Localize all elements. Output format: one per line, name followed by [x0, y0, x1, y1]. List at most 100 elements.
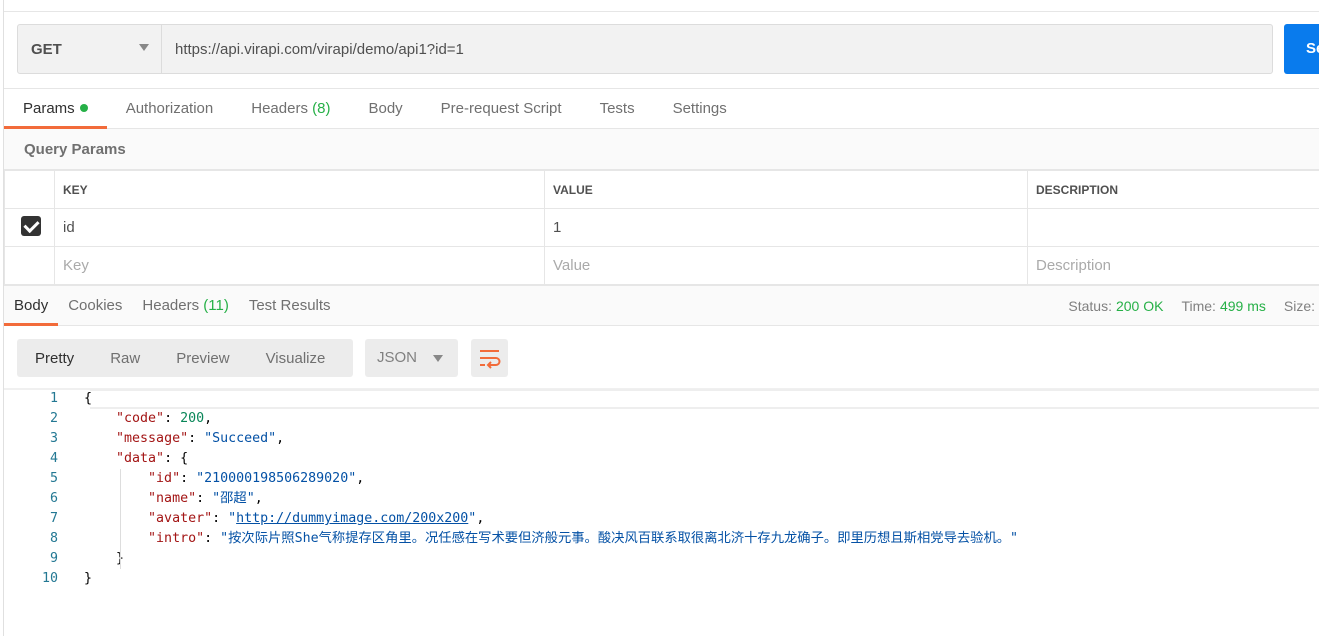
status-label: Status:	[1068, 298, 1112, 314]
description-input[interactable]: Description	[1027, 246, 1319, 285]
tab-label: Tests	[599, 100, 635, 117]
key-input[interactable]: Key	[54, 246, 545, 285]
response-tab-cookies[interactable]: Cookies	[58, 285, 132, 326]
line-number: 7	[49, 511, 58, 526]
code-token: ,	[276, 431, 285, 446]
code-token: {	[84, 391, 93, 406]
line-number: 8	[49, 531, 58, 546]
code-text: "code": 200,	[58, 409, 212, 429]
active-dot-icon	[79, 104, 88, 112]
code-token: }	[84, 571, 93, 586]
response-tabs: Body Cookies Headers (11) Test Results Stat…	[4, 285, 1319, 326]
wrap-lines-button[interactable]	[471, 339, 508, 377]
code-token: "210000198506289020"	[196, 471, 357, 486]
value-input[interactable]: Value	[544, 246, 1028, 285]
send-button[interactable]: Send	[1284, 24, 1319, 74]
tab-authorization[interactable]: Authorization	[107, 88, 233, 129]
view-pretty[interactable]: Pretty	[17, 350, 92, 367]
indent-guide	[120, 469, 121, 569]
tab-label: Cookies	[68, 297, 123, 314]
method-select[interactable]: GET	[18, 25, 162, 73]
view-visualize[interactable]: Visualize	[248, 350, 344, 367]
tab-label: Settings	[672, 100, 727, 117]
code-text: }	[58, 569, 92, 589]
code-token: :	[212, 511, 229, 526]
code-token: "code"	[116, 411, 165, 426]
tab-label: Pre-request Script	[440, 100, 562, 117]
code-token: "id"	[148, 471, 181, 486]
param-description[interactable]	[1027, 208, 1319, 247]
tab-label: Body	[368, 100, 403, 117]
time-label: Time:	[1181, 298, 1216, 314]
response-body[interactable]: 1{2 "code": 200, 3 "message": "Succeed", 4…	[4, 389, 1018, 589]
code-line: 4 "data": {	[4, 449, 1018, 469]
view-mode-toggle: Pretty Raw Preview Visualize	[17, 339, 353, 377]
tab-pre-request-script[interactable]: Pre-request Script	[422, 88, 581, 129]
tab-headers[interactable]: Headers (8)	[232, 88, 349, 129]
table-header: KEY VALUE DESCRIPTION	[4, 170, 1319, 209]
response-tab-headers[interactable]: Headers (11)	[132, 285, 238, 326]
code-token: ,	[356, 471, 365, 486]
line-number: 10	[41, 571, 58, 586]
tab-label: Headers	[142, 297, 200, 314]
request-tabs: Params Authorization Headers (8) Body Pre-re…	[4, 88, 1319, 129]
code-text: }	[58, 549, 124, 569]
tab-tests[interactable]: Tests	[581, 88, 654, 129]
view-raw[interactable]: Raw	[92, 350, 158, 367]
params-table: KEY VALUE DESCRIPTION id 1 Key Value Des…	[4, 170, 1319, 285]
format-select[interactable]: JSON	[365, 339, 458, 377]
tab-body[interactable]: Body	[349, 88, 421, 129]
size-label: Size:	[1283, 298, 1315, 314]
code-token: ,	[476, 511, 485, 526]
tab-label: Params	[23, 100, 75, 117]
table-row-empty: Key Value Description	[4, 246, 1319, 285]
line-number: 1	[49, 391, 58, 406]
code-token: :	[180, 471, 197, 486]
column-description: DESCRIPTION	[1027, 170, 1319, 209]
tab-settings[interactable]: Settings	[654, 88, 746, 129]
code-text: "id": "210000198506289020",	[58, 469, 364, 489]
code-token: :	[196, 491, 213, 506]
code-text: "message": "Succeed",	[58, 429, 284, 449]
code-token: http://dummyimage.com/200x200	[236, 511, 469, 526]
code-line: 5 "id": "210000198506289020",	[4, 469, 1018, 489]
divider	[4, 11, 1319, 12]
tab-params[interactable]: Params	[4, 88, 107, 129]
code-token: : {	[164, 451, 189, 466]
url-bar: GET https://api.virapi.com/virapi/demo/a…	[17, 24, 1273, 74]
code-token: "message"	[116, 431, 189, 446]
code-token: "邵超"	[212, 491, 255, 506]
code-token: "	[228, 511, 237, 526]
line-number: 4	[49, 451, 58, 466]
code-token: :	[164, 411, 181, 426]
code-text: "data": {	[58, 449, 188, 469]
code-line: 2 "code": 200,	[4, 409, 1018, 429]
response-tab-test-results[interactable]: Test Results	[239, 285, 341, 326]
code-text: {	[58, 389, 92, 409]
tab-label: Headers	[251, 100, 308, 117]
code-text: "avater": "http://dummyimage.com/200x200…	[58, 509, 484, 529]
code-line: 1{	[4, 389, 1018, 409]
tab-label: Test Results	[248, 297, 331, 314]
response-tab-body[interactable]: Body	[4, 285, 59, 326]
code-line: 3 "message": "Succeed",	[4, 429, 1018, 449]
param-value[interactable]: 1	[544, 208, 1028, 247]
checkbox-checked-icon[interactable]	[21, 215, 41, 236]
param-key[interactable]: id	[54, 208, 545, 247]
url-input[interactable]: https://api.virapi.com/virapi/demo/api1?…	[162, 25, 1272, 73]
status-value: 200 OK	[1115, 298, 1164, 314]
column-key: KEY	[54, 170, 545, 209]
code-line: 6 "name": "邵超",	[4, 489, 1018, 509]
code-token: 200	[180, 411, 205, 426]
method-label: GET	[31, 40, 62, 58]
code-token: "Succeed"	[204, 431, 277, 446]
tab-label: Authorization	[125, 100, 214, 117]
view-preview[interactable]: Preview	[158, 350, 247, 367]
tab-count: (8)	[312, 100, 331, 117]
